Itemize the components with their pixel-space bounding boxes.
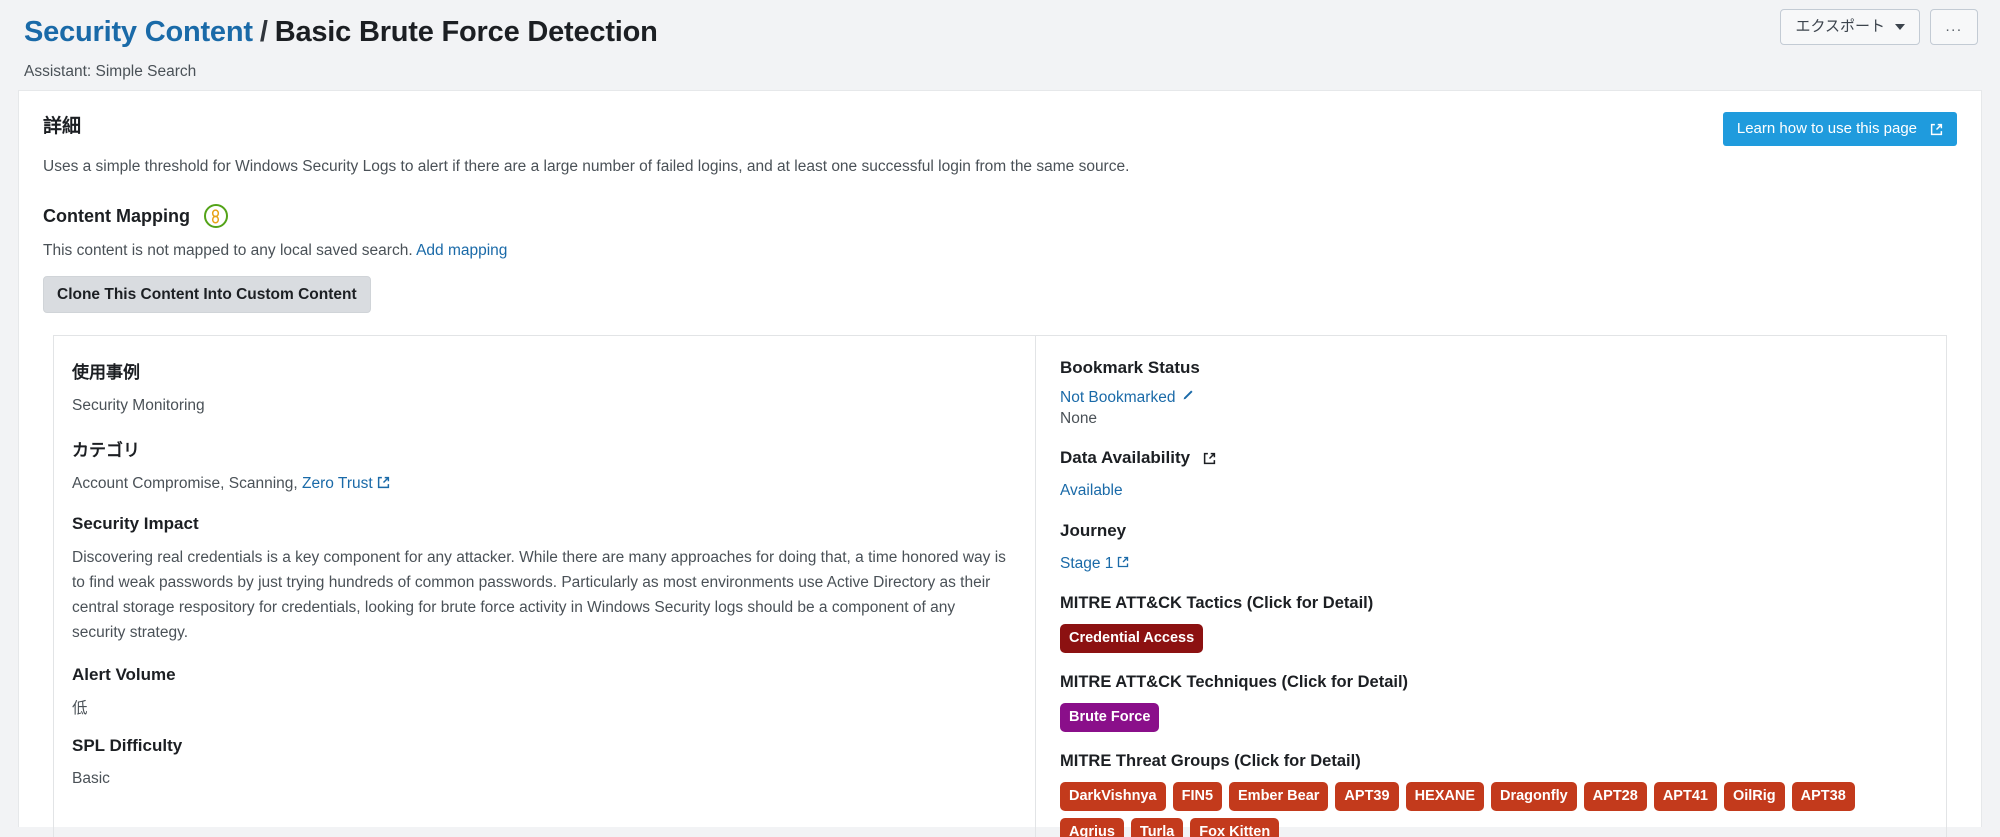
bookmark-status-label: Bookmark Status bbox=[1060, 358, 1200, 377]
bookmark-none-value: None bbox=[1060, 410, 1098, 427]
add-mapping-link[interactable]: Add mapping bbox=[416, 242, 507, 259]
mitre-techniques-label: MITRE ATT&CK Techniques (Click for Detai… bbox=[1060, 673, 1409, 691]
category-text: Account Compromise, Scanning, bbox=[72, 475, 298, 492]
content-mapping-label: Content Mapping bbox=[43, 205, 190, 226]
mitre-tactics-label: MITRE ATT&CK Tactics (Click for Detail) bbox=[1060, 594, 1374, 612]
badge-item[interactable]: Ember Bear bbox=[1229, 782, 1329, 811]
ellipsis-icon: ... bbox=[1945, 18, 1963, 35]
link-chain-icon bbox=[203, 204, 228, 228]
bookmark-status-text: Not Bookmarked bbox=[1060, 389, 1176, 406]
external-link-icon bbox=[377, 476, 390, 489]
category-label: カテゴリ bbox=[72, 441, 140, 460]
page-title: Security Content / Basic Brute Force Det… bbox=[24, 14, 1976, 50]
badge-item[interactable]: APT38 bbox=[1791, 782, 1855, 811]
mitre-tactics-badges: Credential Access bbox=[1060, 624, 1922, 653]
page-header: Security Content / Basic Brute Force Det… bbox=[0, 0, 2000, 90]
badge-item[interactable]: Fox Kitten bbox=[1190, 818, 1280, 837]
zero-trust-link[interactable]: Zero Trust bbox=[302, 475, 373, 492]
badge-item[interactable]: APT41 bbox=[1653, 782, 1717, 811]
learn-how-to-use-button[interactable]: Learn how to use this page bbox=[1722, 112, 1957, 146]
spl-difficulty-value: Basic bbox=[72, 770, 110, 787]
pencil-edit-icon[interactable] bbox=[1181, 389, 1194, 407]
more-options-button[interactable]: ... bbox=[1930, 9, 1978, 45]
mitre-techniques-badges: Brute Force bbox=[1060, 703, 1922, 732]
external-link-icon bbox=[1117, 556, 1130, 569]
chevron-down-icon bbox=[1895, 24, 1905, 30]
clone-content-button[interactable]: Clone This Content Into Custom Content bbox=[43, 276, 371, 313]
breadcrumb-current-page: Basic Brute Force Detection bbox=[274, 16, 658, 48]
page-root: Security Content / Basic Brute Force Det… bbox=[0, 0, 2000, 837]
header-actions: エクスポート ... bbox=[1780, 9, 1978, 45]
alert-volume-label: Alert Volume bbox=[72, 665, 176, 684]
journey-label: Journey bbox=[1060, 521, 1127, 540]
right-detail-column: Bookmark Status Not Bookmarked None Data… bbox=[1036, 336, 1946, 837]
use-case-value: Security Monitoring bbox=[72, 397, 205, 414]
external-link-icon bbox=[1930, 123, 1943, 136]
badge-item[interactable]: DarkVishnya bbox=[1060, 782, 1166, 811]
bookmark-status-value[interactable]: Not Bookmarked bbox=[1060, 389, 1922, 407]
mitre-threat-groups-label: MITRE Threat Groups (Click for Detail) bbox=[1060, 752, 1361, 770]
badge-item[interactable]: OilRig bbox=[1723, 782, 1785, 811]
data-availability-label: Data Availability bbox=[1060, 448, 1922, 468]
content-mapping-row: Content Mapping bbox=[43, 204, 1957, 228]
breadcrumb-security-content-link[interactable]: Security Content bbox=[24, 14, 253, 50]
badge-item[interactable]: Brute Force bbox=[1060, 703, 1160, 732]
details-section-title: 詳細 bbox=[43, 116, 82, 137]
badge-item[interactable]: FIN5 bbox=[1172, 782, 1223, 811]
badge-item[interactable]: Turla bbox=[1130, 818, 1184, 837]
badge-item[interactable]: APT39 bbox=[1335, 782, 1399, 811]
content-mapping-note: This content is not mapped to any local … bbox=[43, 242, 1957, 260]
data-availability-value[interactable]: Available bbox=[1060, 479, 1922, 503]
journey-stage-text: Stage 1 bbox=[1060, 555, 1114, 572]
badge-item[interactable]: Credential Access bbox=[1060, 624, 1204, 653]
breadcrumb-separator: / bbox=[259, 16, 268, 48]
left-detail-column: 使用事例 Security Monitoring カテゴリ Account Co… bbox=[54, 336, 1036, 837]
alert-volume-value: 低 bbox=[72, 700, 88, 717]
badge-item[interactable]: Dragonfly bbox=[1491, 782, 1577, 811]
main-content-card: Learn how to use this page 詳細 Uses a sim… bbox=[18, 90, 1982, 837]
mitre-threat-group-badges: DarkVishnya FIN5 Ember Bear APT39 HEXANE Drag… bbox=[1060, 782, 1922, 837]
security-impact-label: Security Impact bbox=[72, 514, 199, 533]
badge-item[interactable]: HEXANE bbox=[1405, 782, 1484, 811]
export-button-label: エクスポート bbox=[1795, 18, 1885, 35]
assistant-subtitle: Assistant: Simple Search bbox=[24, 63, 197, 80]
external-link-icon[interactable] bbox=[1203, 452, 1216, 465]
mapping-note-text: This content is not mapped to any local … bbox=[43, 242, 413, 259]
learn-button-label: Learn how to use this page bbox=[1736, 120, 1917, 137]
content-detail-panel: 使用事例 Security Monitoring カテゴリ Account Co… bbox=[53, 335, 1947, 837]
category-value: Account Compromise, Scanning, Zero Trust bbox=[72, 472, 1011, 496]
export-button[interactable]: エクスポート bbox=[1780, 9, 1920, 45]
badge-item[interactable]: APT28 bbox=[1583, 782, 1647, 811]
use-case-label: 使用事例 bbox=[72, 363, 140, 382]
badge-item[interactable]: Agrius bbox=[1060, 818, 1124, 837]
data-availability-label-text: Data Availability bbox=[1060, 448, 1191, 467]
security-impact-text: Discovering real credentials is a key co… bbox=[72, 549, 1006, 641]
details-description: Uses a simple threshold for Windows Secu… bbox=[43, 158, 1130, 175]
spl-difficulty-label: SPL Difficulty bbox=[72, 736, 183, 755]
journey-value[interactable]: Stage 1 bbox=[1060, 552, 1922, 576]
